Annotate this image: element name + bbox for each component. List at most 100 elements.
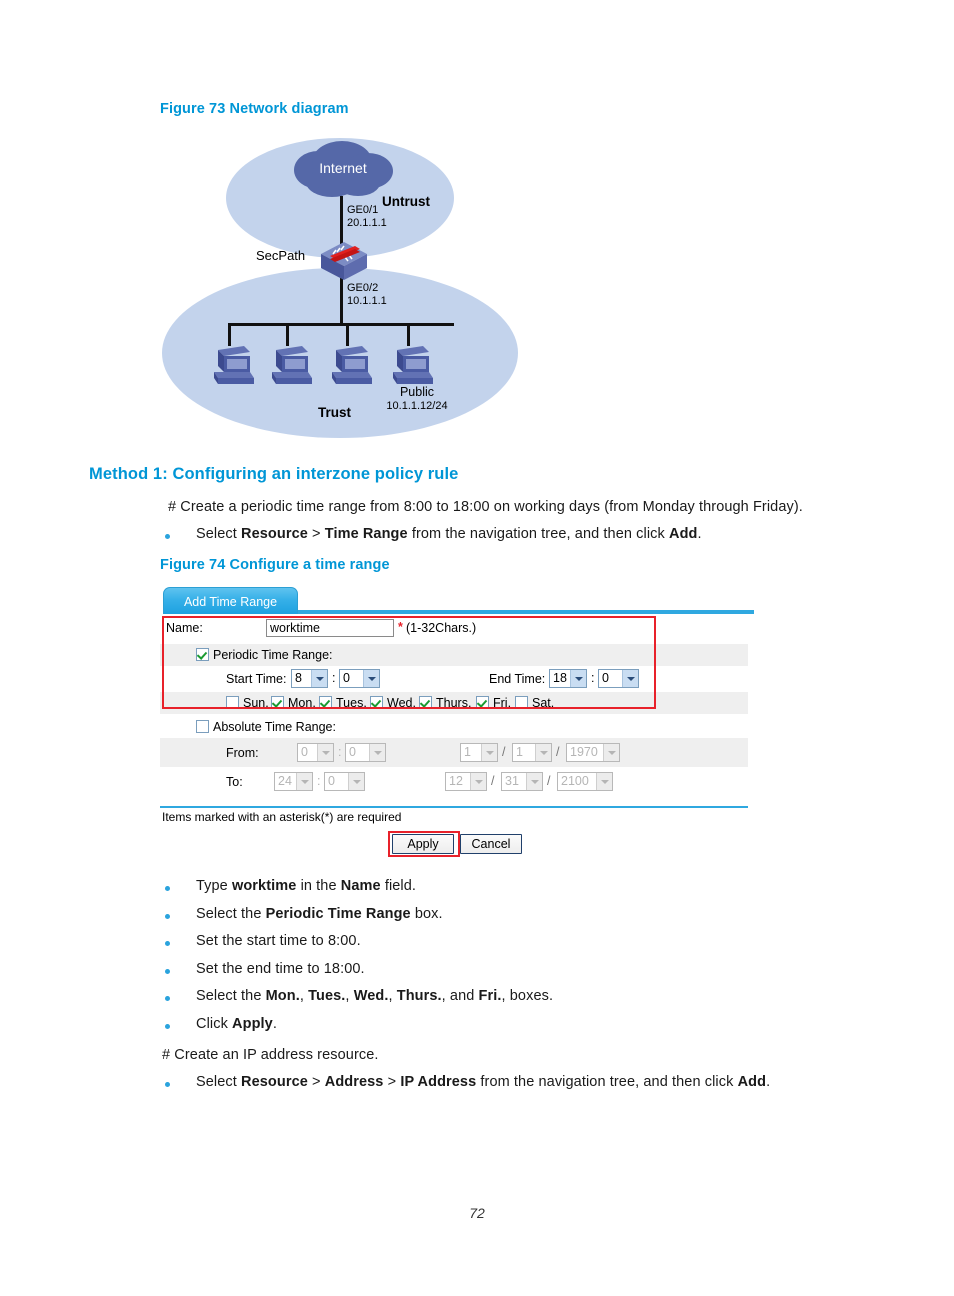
text-bold-tues: Tues. <box>308 988 346 1004</box>
form-row-periodic: Periodic Time Range: <box>160 644 748 666</box>
pc-icon-4 <box>387 340 435 388</box>
bullet-select-time-range: Select Resource > Time Range from the na… <box>196 526 702 542</box>
to-minute-select[interactable]: 0 <box>324 772 365 791</box>
to-day-value: 31 <box>505 774 519 788</box>
chevron-down-icon <box>535 744 551 761</box>
to-year-select[interactable]: 2100 <box>557 772 613 791</box>
text-bold-name: Name <box>340 878 381 894</box>
text-fragment: Select the <box>196 906 266 922</box>
chevron-down-icon <box>603 744 619 761</box>
to-day-select[interactable]: 31 <box>501 772 543 791</box>
tab-add-time-range-label: Add Time Range <box>183 595 278 609</box>
to-minute-value: 0 <box>328 774 335 788</box>
pc-icon-3 <box>326 340 374 388</box>
day-checkbox-fri[interactable] <box>476 696 489 709</box>
from-year-select[interactable]: 1970 <box>566 743 620 762</box>
text-bold-address: Address <box>324 1074 384 1090</box>
bullet-marker-step-3 <box>165 941 170 946</box>
interface-ge01-name: GE0/1 <box>347 204 379 216</box>
day-checkbox-sat[interactable] <box>515 696 528 709</box>
end-hour-value: 18 <box>553 671 567 685</box>
text-fragment: > <box>383 1074 401 1090</box>
to-date-slash-2: / <box>547 774 551 788</box>
to-month-value: 12 <box>449 774 463 788</box>
chevron-down-icon <box>481 744 497 761</box>
text-bold-resource: Resource <box>241 526 308 542</box>
start-hour-select[interactable]: 8 <box>291 669 328 688</box>
name-input[interactable]: worktime <box>266 619 394 637</box>
day-checkbox-mon[interactable] <box>271 696 284 709</box>
chevron-down-icon <box>596 773 612 790</box>
interface-ge02-label: GE0/2 10.1.1.1 <box>347 282 387 307</box>
text-bold-periodic-time-range: Periodic Time Range <box>265 906 411 922</box>
from-day-select[interactable]: 1 <box>512 743 552 762</box>
from-minute-select[interactable]: 0 <box>345 743 386 762</box>
network-diagram: Internet Untrust GE0/1 20.1.1.1 SecPath … <box>160 128 540 448</box>
bullet-marker-step-6 <box>165 1024 170 1029</box>
periodic-range-note: # Create a periodic time range from 8:00… <box>168 499 803 515</box>
absolute-time-range-checkbox[interactable] <box>196 720 209 733</box>
interface-ge01-ip: 20.1.1.1 <box>347 216 387 229</box>
from-month-select[interactable]: 1 <box>460 743 498 762</box>
chevron-down-icon <box>348 773 364 790</box>
from-hour-value: 0 <box>301 745 308 759</box>
chevron-down-icon <box>311 670 327 687</box>
bullet-marker-select-timerange <box>165 534 170 539</box>
untrust-zone-label: Untrust <box>382 194 430 209</box>
tab-strip: Add Time Range <box>160 586 760 614</box>
chevron-down-icon <box>526 773 542 790</box>
chevron-down-icon <box>363 670 379 687</box>
figure-74-caption: Figure 74 Configure a time range <box>160 557 390 573</box>
from-time-colon: : <box>338 745 342 759</box>
to-year-value: 2100 <box>561 774 589 788</box>
day-label-tues: Tues. <box>336 696 367 710</box>
bullet-marker-ip-address <box>165 1082 170 1087</box>
form-row-times: Start Time: 8 : 0 End Time: 18 : 0 <box>160 666 748 692</box>
to-month-select[interactable]: 12 <box>445 772 487 791</box>
secpath-firewall-icon <box>319 240 369 284</box>
text-fragment: Select <box>196 1074 242 1090</box>
to-label: To: <box>226 775 243 789</box>
step-set-end-time: Set the end time to 18:00. <box>196 961 365 977</box>
text-fragment: from the navigation tree, and then click <box>476 1074 738 1090</box>
day-checkbox-tues[interactable] <box>319 696 332 709</box>
cancel-button[interactable]: Cancel <box>460 834 522 854</box>
end-hour-select[interactable]: 18 <box>549 669 587 688</box>
start-time-colon: : <box>332 671 336 685</box>
end-minute-select[interactable]: 0 <box>598 669 639 688</box>
form-body: Name: worktime * (1-32Chars.) Periodic T… <box>160 614 748 796</box>
day-label-sat: Sat. <box>532 696 555 710</box>
end-minute-value: 0 <box>602 671 609 685</box>
day-checkbox-thurs[interactable] <box>419 696 432 709</box>
to-date-slash-1: / <box>491 774 495 788</box>
text-bold-ip-address: IP Address <box>400 1074 477 1090</box>
text-fragment: . <box>272 1016 277 1032</box>
from-hour-select[interactable]: 0 <box>297 743 334 762</box>
start-minute-select[interactable]: 0 <box>339 669 380 688</box>
name-hint: (1-32Chars.) <box>406 621 477 635</box>
from-day-value: 1 <box>516 745 523 759</box>
absolute-time-range-label: Absolute Time Range: <box>213 720 336 734</box>
form-row-from: From: 0 : 0 1 / 1 / 1970 <box>160 738 748 767</box>
bullet-select-ip-address: Select Resource > Address > IP Address f… <box>196 1074 770 1090</box>
from-year-value: 1970 <box>570 745 598 759</box>
day-checkbox-sun[interactable] <box>226 696 239 709</box>
text-fragment: , <box>388 988 397 1004</box>
from-date-slash-1: / <box>502 745 506 759</box>
chevron-down-icon <box>317 744 333 761</box>
periodic-time-range-checkbox[interactable] <box>196 648 209 661</box>
day-label-fri: Fri. <box>493 696 512 710</box>
tab-add-time-range[interactable]: Add Time Range <box>163 587 298 614</box>
bullet-marker-step-5 <box>165 996 170 1001</box>
day-label-thurs: Thurs. <box>436 696 472 710</box>
text-bold-wed: Wed. <box>353 988 389 1004</box>
text-fragment: from the navigation tree, and then click <box>407 526 670 542</box>
bullet-marker-step-1 <box>165 886 170 891</box>
day-checkbox-wed[interactable] <box>370 696 383 709</box>
chevron-down-icon <box>369 744 385 761</box>
interface-ge01-label: GE0/1 20.1.1.1 <box>347 204 387 229</box>
to-hour-select[interactable]: 24 <box>274 772 313 791</box>
apply-button[interactable]: Apply <box>392 834 454 854</box>
bullet-marker-step-4 <box>165 969 170 974</box>
end-time-colon: : <box>591 671 595 685</box>
